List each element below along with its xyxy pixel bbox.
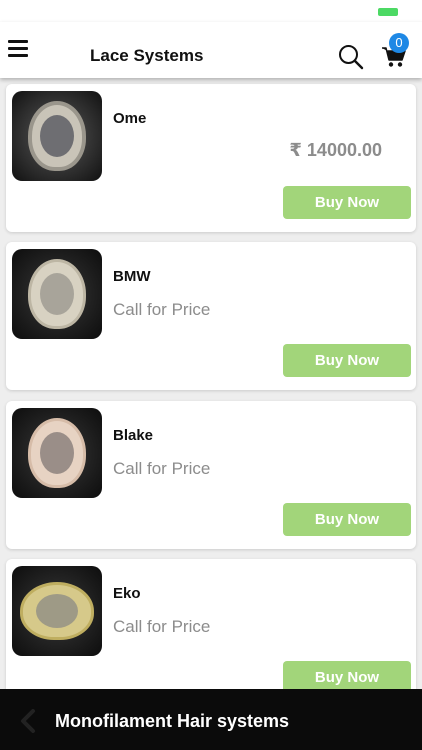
chevron-left-icon[interactable] bbox=[18, 709, 38, 733]
product-image bbox=[12, 566, 102, 656]
product-name: Blake bbox=[113, 427, 154, 444]
page-title: Lace Systems bbox=[90, 46, 204, 65]
product-image bbox=[12, 249, 102, 339]
buy-now-button[interactable]: Buy Now bbox=[283, 344, 411, 377]
product-card[interactable]: Ome ₹ 14000.00 Buy Now bbox=[6, 84, 416, 232]
bottom-navigation-bar: Monofilament Hair systems bbox=[0, 689, 422, 750]
product-price: Call for Price bbox=[113, 300, 211, 319]
product-card[interactable]: BMW Call for Price Buy Now bbox=[6, 242, 416, 390]
buy-now-button[interactable]: Buy Now bbox=[283, 503, 411, 536]
product-name: BMW bbox=[113, 268, 151, 285]
hamburger-menu-icon[interactable] bbox=[8, 40, 28, 58]
battery-icon bbox=[378, 8, 398, 16]
category-title: Monofilament Hair systems bbox=[55, 711, 290, 731]
product-price: Call for Price bbox=[113, 617, 211, 636]
app-header: Lace Systems 0 bbox=[0, 22, 422, 78]
buy-now-button[interactable]: Buy Now bbox=[283, 186, 411, 219]
product-card[interactable]: Blake Call for Price Buy Now bbox=[6, 401, 416, 549]
product-name: Ome bbox=[113, 110, 147, 127]
status-bar bbox=[0, 0, 422, 22]
product-price: Call for Price bbox=[113, 459, 211, 478]
product-name: Eko bbox=[113, 585, 141, 602]
product-card[interactable]: Eko Call for Price Buy Now bbox=[6, 559, 416, 707]
cart-count-badge: 0 bbox=[389, 33, 409, 53]
product-image bbox=[12, 91, 102, 181]
search-icon[interactable] bbox=[338, 44, 364, 70]
product-image bbox=[12, 408, 102, 498]
product-price: ₹ 14000.00 bbox=[289, 140, 382, 160]
